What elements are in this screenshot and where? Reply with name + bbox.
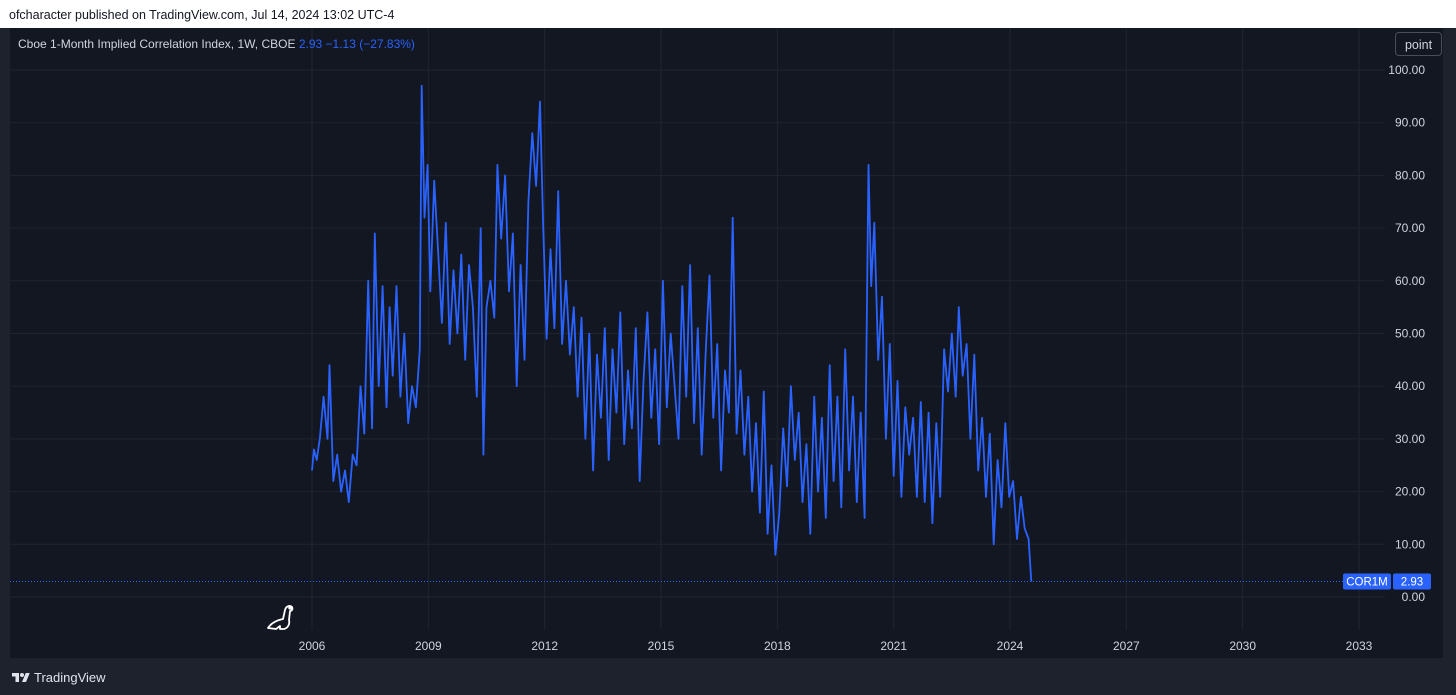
y-tick-label: 90.00 — [1395, 116, 1425, 130]
tradingview-brand: TradingView — [34, 670, 106, 685]
legend-change: −1.13 (−27.83%) — [325, 37, 415, 51]
footer: TradingView — [0, 660, 1456, 695]
x-tick-label: 2021 — [880, 639, 907, 653]
y-tick-label: 30.00 — [1395, 432, 1425, 446]
y-tick-label: 60.00 — [1395, 274, 1425, 288]
chart-svg[interactable]: 2006 2009 2012 2015 2018 2021 2024 2027 2030 2033… — [0, 0, 1456, 660]
y-tick-label: 10.00 — [1395, 537, 1425, 551]
x-tick-label: 2006 — [299, 639, 326, 653]
x-tick-label: 2018 — [764, 639, 791, 653]
x-tick-label: 2030 — [1229, 639, 1256, 653]
x-axis-ticks: 2006 2009 2012 2015 2018 2021 2024 2027 2030 2033 — [299, 639, 1373, 653]
legend-title: Cboe 1-Month Implied Correlation Index, … — [18, 37, 296, 51]
x-tick-label: 2024 — [997, 639, 1024, 653]
chart-legend: Cboe 1-Month Implied Correlation Index, … — [18, 37, 415, 51]
dinosaur-icon — [267, 605, 294, 630]
y-tick-label: 20.00 — [1395, 485, 1425, 499]
x-tick-label: 2027 — [1113, 639, 1140, 653]
legend-last-value: 2.93 — [298, 37, 323, 51]
y-tick-label: 40.00 — [1395, 379, 1425, 393]
y-tick-label: 50.00 — [1395, 327, 1425, 341]
y-tick-label: 0.00 — [1402, 590, 1426, 604]
x-tick-label: 2015 — [648, 639, 675, 653]
y-tick-label: 80.00 — [1395, 168, 1425, 182]
badge-symbol: COR1M — [1346, 577, 1388, 589]
y-tick-label: 70.00 — [1395, 221, 1425, 235]
price-badge: COR1M 2.93 — [1343, 573, 1431, 590]
scale-mode-button[interactable]: point — [1395, 32, 1442, 56]
x-tick-label: 2012 — [531, 639, 558, 653]
badge-value: 2.93 — [1401, 577, 1423, 589]
tradingview-logo-icon — [12, 673, 30, 682]
x-tick-label: 2033 — [1346, 639, 1373, 653]
x-tick-label: 2009 — [415, 639, 442, 653]
y-tick-label: 100.00 — [1388, 63, 1425, 77]
y-axis-ticks: 100.00 90.00 80.00 70.00 60.00 50.00 40.00 30.0… — [1388, 63, 1425, 604]
